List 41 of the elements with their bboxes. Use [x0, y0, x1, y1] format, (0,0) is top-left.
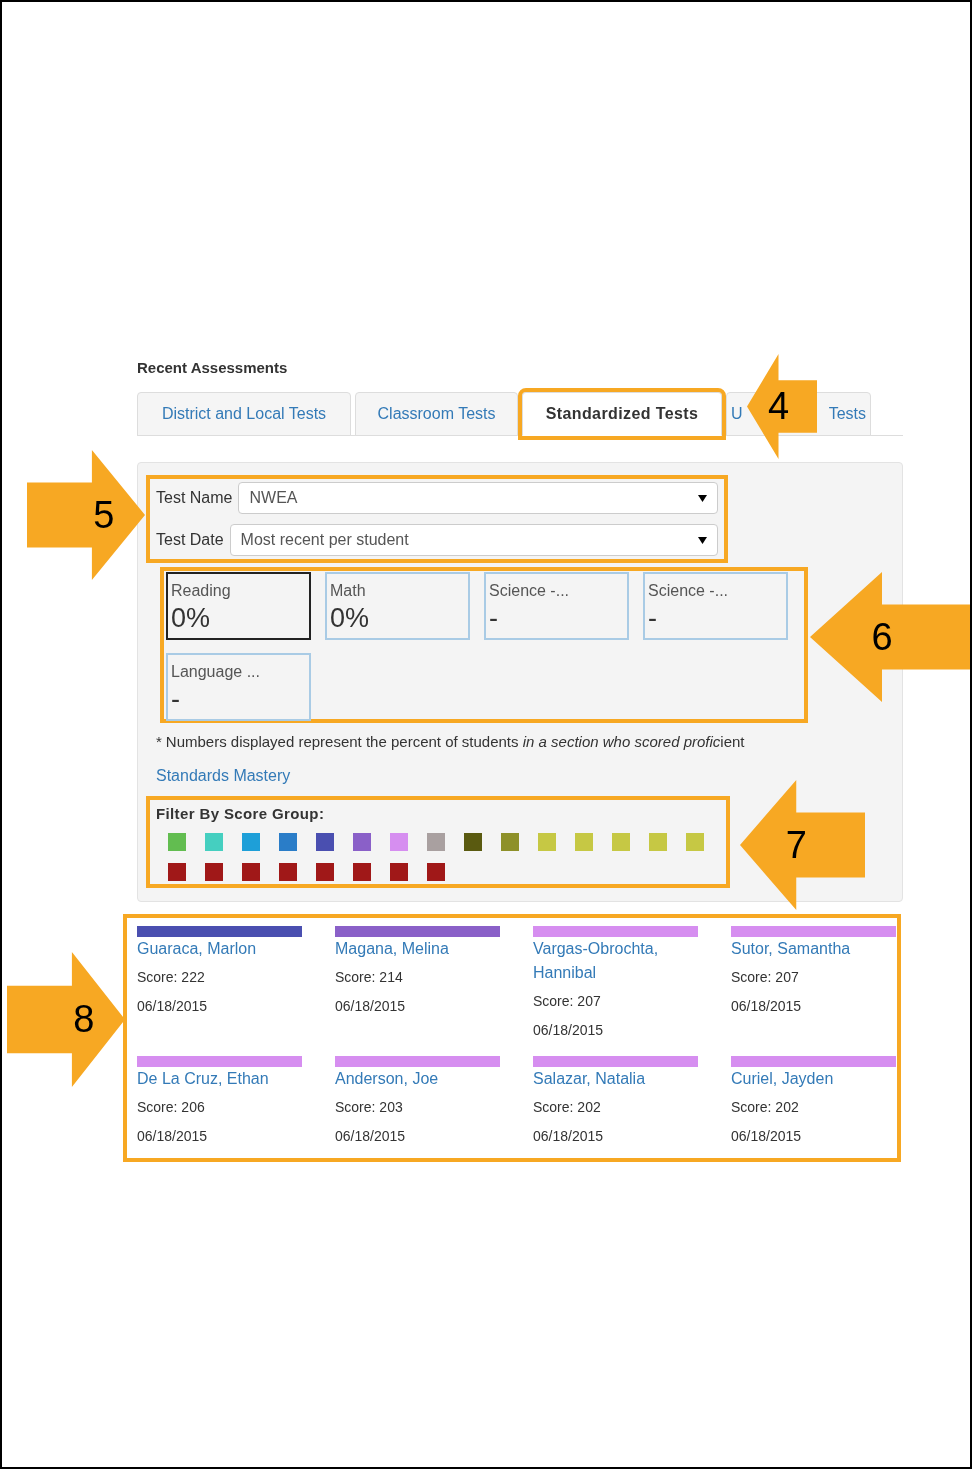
tile-subject: Math: [330, 581, 367, 601]
callout-number: 7: [785, 822, 807, 868]
footnote: Numbers displayed represent the percent of students in a section who scored proficient: [165, 732, 745, 752]
student-score: Score: 206: [137, 1098, 206, 1117]
callout-number: 4: [767, 384, 790, 429]
student-score: Score: 202: [533, 1098, 602, 1117]
tile-value: -: [171, 684, 181, 714]
callout-number: 6: [871, 614, 893, 660]
student-score: Score: 202: [731, 1098, 800, 1117]
tile-subject: Science -...: [648, 581, 730, 601]
field-label: Test Name: [156, 488, 233, 508]
student-score: Score: 207: [533, 992, 602, 1011]
test-date: 06/18/2015: [335, 997, 407, 1016]
tab-label: U: [731, 404, 743, 424]
student-score: Score: 207: [731, 968, 800, 987]
student-score: Score: 214: [335, 968, 404, 987]
tile-value: -: [648, 603, 658, 633]
test-date: 06/18/2015: [731, 1127, 803, 1146]
callout-number: 5: [93, 492, 115, 538]
tile-subject: Science -...: [489, 581, 571, 601]
callout-number: 8: [73, 997, 95, 1042]
test-date: 06/18/2015: [137, 997, 209, 1016]
tile-subject: Reading: [171, 581, 232, 601]
student-score: Score: 203: [335, 1098, 404, 1117]
section-title: Recent Assessments: [137, 358, 289, 378]
tile-value: 0%: [330, 603, 371, 633]
student-score: Score: 222: [137, 968, 206, 987]
test-date: 06/18/2015: [533, 1127, 605, 1146]
test-date: 06/18/2015: [533, 1021, 605, 1040]
tile-subject: Language ...: [171, 662, 261, 682]
tab-label: Tests: [828, 404, 866, 424]
select-value: Most recent per student: [240, 530, 409, 550]
test-date: 06/18/2015: [137, 1127, 209, 1146]
field-label: Test Date: [156, 530, 224, 550]
tile-value: 0%: [171, 603, 212, 633]
tile-value: -: [489, 603, 499, 633]
select-value: NWEA: [249, 488, 298, 508]
test-date: 06/18/2015: [335, 1127, 407, 1146]
filter-label: Filter By Score Group:: [156, 803, 326, 824]
test-date: 06/18/2015: [731, 997, 803, 1016]
footnote-marker: *: [156, 732, 162, 752]
